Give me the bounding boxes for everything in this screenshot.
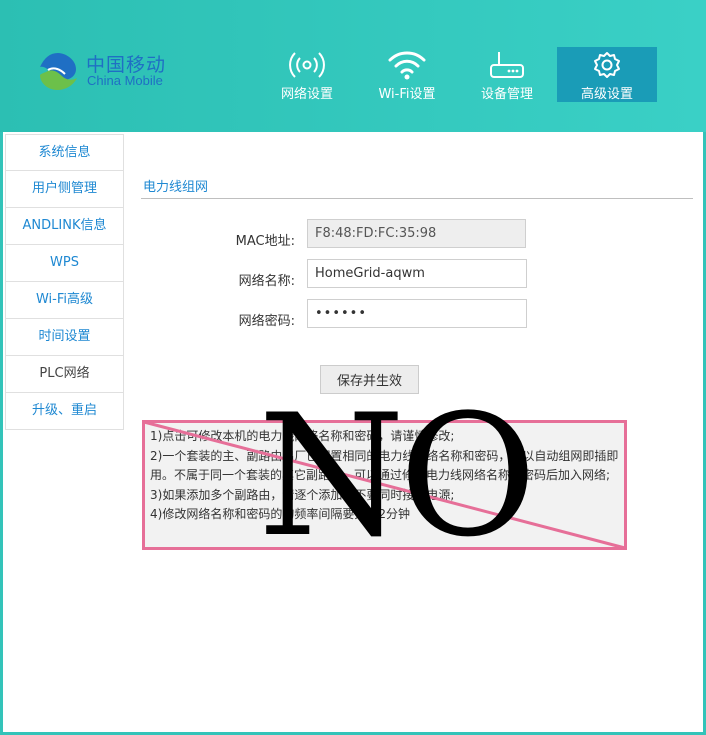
mac-address-label: MAC地址: (235, 234, 295, 249)
nav-device-management[interactable]: 设备管理 (457, 47, 557, 102)
network-name-label: 网络名称: (238, 274, 295, 289)
nav-network-settings[interactable]: 网络设置 (257, 47, 357, 102)
sidebar-item-user-side[interactable]: 用户侧管理 (5, 171, 124, 208)
nav-advanced-settings-label: 高级设置 (580, 87, 633, 102)
sidebar-item-time-settings[interactable]: 时间设置 (5, 319, 124, 356)
sidebar-item-upgrade-reboot[interactable]: 升级、重启 (5, 393, 124, 430)
sidebar-item-wifi-advanced[interactable]: Wi-Fi高级 (5, 282, 124, 319)
sidebar-menu: 系统信息 用户侧管理 ANDLINK信息 WPS Wi-Fi高级 时间设置 PL… (5, 134, 124, 430)
brand-name-en: China Mobile (87, 73, 163, 88)
sidebar-item-wps[interactable]: WPS (5, 245, 124, 282)
sidebar-item-system-info[interactable]: 系统信息 (5, 134, 124, 171)
china-mobile-logo-icon (40, 53, 77, 90)
sidebar-item-andlink[interactable]: ANDLINK信息 (5, 208, 124, 245)
section-divider (141, 198, 693, 199)
network-name-input[interactable] (307, 259, 527, 288)
gear-icon (594, 52, 620, 78)
network-signal-icon (289, 52, 325, 78)
section-title: 电力线组网 (143, 180, 209, 195)
no-overlay-mark: NO (258, 378, 537, 574)
mac-address-field[interactable] (307, 219, 526, 248)
network-password-label: 网络密码: (238, 314, 295, 329)
sidebar-item-plc-network[interactable]: PLC网络 (5, 356, 124, 393)
frame-border-left (0, 132, 3, 735)
network-password-input[interactable] (307, 299, 527, 328)
nav-wifi-settings-label: Wi-Fi设置 (378, 87, 436, 102)
nav-network-settings-label: 网络设置 (280, 87, 333, 102)
nav-device-management-label: 设备管理 (480, 87, 533, 102)
router-icon (490, 52, 524, 78)
wifi-icon (388, 51, 426, 80)
nav-wifi-settings[interactable]: Wi-Fi设置 (357, 47, 457, 102)
china-mobile-logo: 中国移动 China Mobile (36, 48, 176, 96)
nav-advanced-settings[interactable]: 高级设置 (557, 47, 657, 102)
header-bar: 中国移动 China Mobile 网络设置 Wi-Fi设置 设备管理 高级设置 (0, 0, 706, 132)
